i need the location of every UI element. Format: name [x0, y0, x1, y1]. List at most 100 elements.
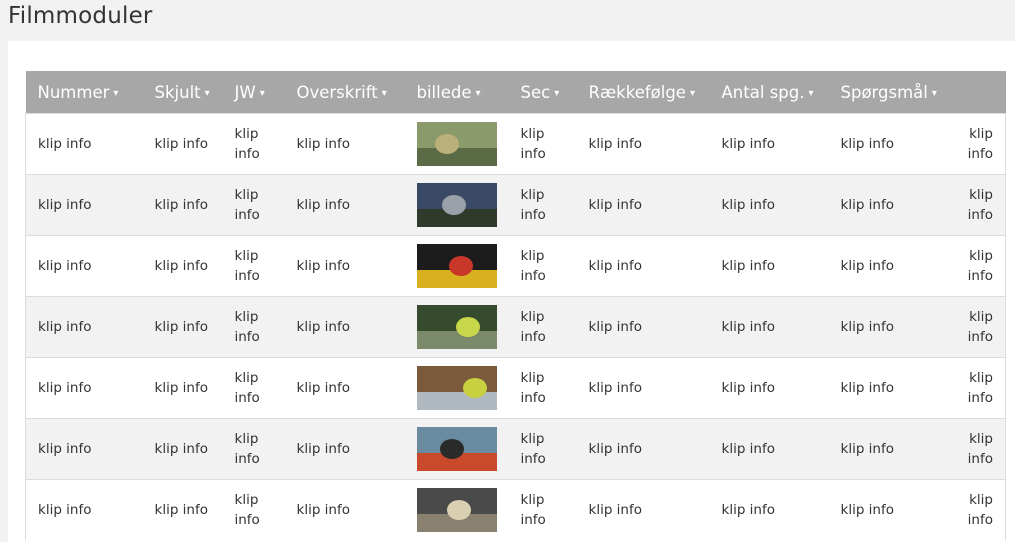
- cell-text: klip info: [222, 479, 285, 540]
- table-row[interactable]: klip info klip info klip info klip info klip…: [25, 479, 1006, 540]
- column-header-label: Rækkefølge: [588, 82, 686, 102]
- cell-text: klip info: [25, 113, 143, 175]
- cell-text: klip info: [508, 357, 577, 419]
- cell-text: klip info: [142, 174, 223, 236]
- cell-text: klip info: [576, 113, 710, 175]
- cell-text: klip info: [142, 113, 223, 175]
- indoor-workers-scene-thumbnail[interactable]: [416, 366, 497, 410]
- cell-text: klip info: [508, 174, 577, 236]
- cell-text: klip info: [222, 418, 285, 480]
- cell-text: klip info: [25, 418, 143, 480]
- cell-text: klip info: [828, 113, 949, 175]
- cell-text: klip info: [948, 357, 1006, 419]
- cell-text: klip info: [508, 479, 577, 540]
- cell-text: klip info: [709, 418, 829, 480]
- table-row[interactable]: klip info klip info klip info klip info klip…: [25, 235, 1006, 297]
- column-header-billede[interactable]: billede ▾: [404, 71, 509, 114]
- cell-text: klip info: [709, 357, 829, 419]
- sort-caret-icon: ▾: [381, 87, 387, 99]
- cell-text: klip info: [222, 357, 285, 419]
- cell-text: klip info: [828, 174, 949, 236]
- cell-text: klip info: [284, 418, 405, 480]
- cell-text: klip info: [709, 113, 829, 175]
- cell-text: klip info: [948, 235, 1006, 297]
- cell-text: klip info: [828, 235, 949, 297]
- cell-text: klip info: [948, 296, 1006, 358]
- column-header-jw[interactable]: JW ▾: [222, 71, 285, 114]
- column-header-label: Skjult: [154, 82, 201, 102]
- cell-text: klip info: [25, 174, 143, 236]
- construction-site-scene-thumbnail[interactable]: [416, 427, 497, 471]
- cell-text: klip info: [576, 357, 710, 419]
- cell-text: klip info: [142, 235, 223, 297]
- workers-hivis-scene-thumbnail[interactable]: [416, 305, 497, 349]
- column-header-overskrift[interactable]: Overskrift ▾: [284, 71, 405, 114]
- cell-text: klip info: [284, 479, 405, 540]
- table-row[interactable]: klip info klip info klip info klip info klip…: [25, 113, 1006, 175]
- cell-text: klip info: [948, 418, 1006, 480]
- cell-text: klip info: [222, 235, 285, 297]
- cell-text: klip info: [284, 296, 405, 358]
- table-header-row: Nummer ▾ Skjult ▾ JW ▾ Overskrift ▾ billede ▾ Sec ▾…: [25, 71, 1006, 114]
- thumbnail-cell: [404, 174, 509, 236]
- cell-text: klip info: [25, 235, 143, 297]
- cell-text: klip info: [222, 296, 285, 358]
- cell-text: klip info: [508, 235, 577, 297]
- cell-text: klip info: [828, 296, 949, 358]
- thumbnail-cell: [404, 296, 509, 358]
- column-header-extra: [948, 71, 1006, 114]
- thumbnail-cell: [404, 235, 509, 297]
- cell-text: klip info: [576, 418, 710, 480]
- table-row[interactable]: klip info klip info klip info klip info klip…: [25, 418, 1006, 480]
- cell-text: klip info: [948, 174, 1006, 236]
- cell-text: klip info: [25, 296, 143, 358]
- column-header-rækkefølge[interactable]: Rækkefølge ▾: [576, 71, 710, 114]
- cell-text: klip info: [576, 174, 710, 236]
- column-header-label: Antal spg.: [721, 82, 805, 102]
- thumbnail-cell: [404, 479, 509, 540]
- sort-caret-icon: ▾: [204, 87, 210, 99]
- thumbnail-cell: [404, 357, 509, 419]
- sort-caret-icon: ▾: [259, 87, 265, 99]
- cell-text: klip info: [828, 357, 949, 419]
- cell-text: klip info: [25, 357, 143, 419]
- cell-text: klip info: [709, 174, 829, 236]
- column-header-sec[interactable]: Sec ▾: [508, 71, 577, 114]
- sort-caret-icon: ▾: [475, 87, 481, 99]
- table-row[interactable]: klip info klip info klip info klip info klip…: [25, 357, 1006, 419]
- column-header-label: Sec: [520, 82, 551, 102]
- cell-text: klip info: [142, 479, 223, 540]
- cell-text: klip info: [142, 357, 223, 419]
- cell-text: klip info: [284, 113, 405, 175]
- cell-text: klip info: [222, 174, 285, 236]
- cell-text: klip info: [508, 296, 577, 358]
- thumbnail-cell: [404, 418, 509, 480]
- column-header-skjult[interactable]: Skjult ▾: [142, 71, 223, 114]
- cell-text: klip info: [284, 174, 405, 236]
- column-header-label: Overskrift: [296, 82, 378, 102]
- column-header-nummer[interactable]: Nummer ▾: [25, 71, 143, 114]
- column-header-label: JW: [234, 82, 256, 102]
- cell-text: klip info: [222, 113, 285, 175]
- sort-caret-icon: ▾: [689, 87, 695, 99]
- cell-text: klip info: [142, 418, 223, 480]
- column-header-label: billede: [416, 82, 472, 102]
- column-header-spørgsmål[interactable]: Spørgsmål ▾: [828, 71, 949, 114]
- landscape-scene-thumbnail[interactable]: [416, 122, 497, 166]
- cell-text: klip info: [709, 235, 829, 297]
- cell-text: klip info: [576, 296, 710, 358]
- thumbnail-cell: [404, 113, 509, 175]
- table-row[interactable]: klip info klip info klip info klip info klip…: [25, 174, 1006, 236]
- cell-text: klip info: [508, 113, 577, 175]
- page-title: Filmmoduler: [8, 3, 153, 29]
- table-row[interactable]: klip info klip info klip info klip info klip…: [25, 296, 1006, 358]
- sort-caret-icon: ▾: [113, 87, 119, 99]
- car-roadside-scene-thumbnail[interactable]: [416, 183, 497, 227]
- cell-text: klip info: [576, 235, 710, 297]
- column-header-antal-spg-[interactable]: Antal spg. ▾: [709, 71, 829, 114]
- worker-red-suit-scene-thumbnail[interactable]: [416, 244, 497, 288]
- cell-text: klip info: [828, 418, 949, 480]
- cell-text: klip info: [828, 479, 949, 540]
- truck-tunnel-scene-thumbnail[interactable]: [416, 488, 497, 532]
- sort-caret-icon: ▾: [931, 87, 937, 99]
